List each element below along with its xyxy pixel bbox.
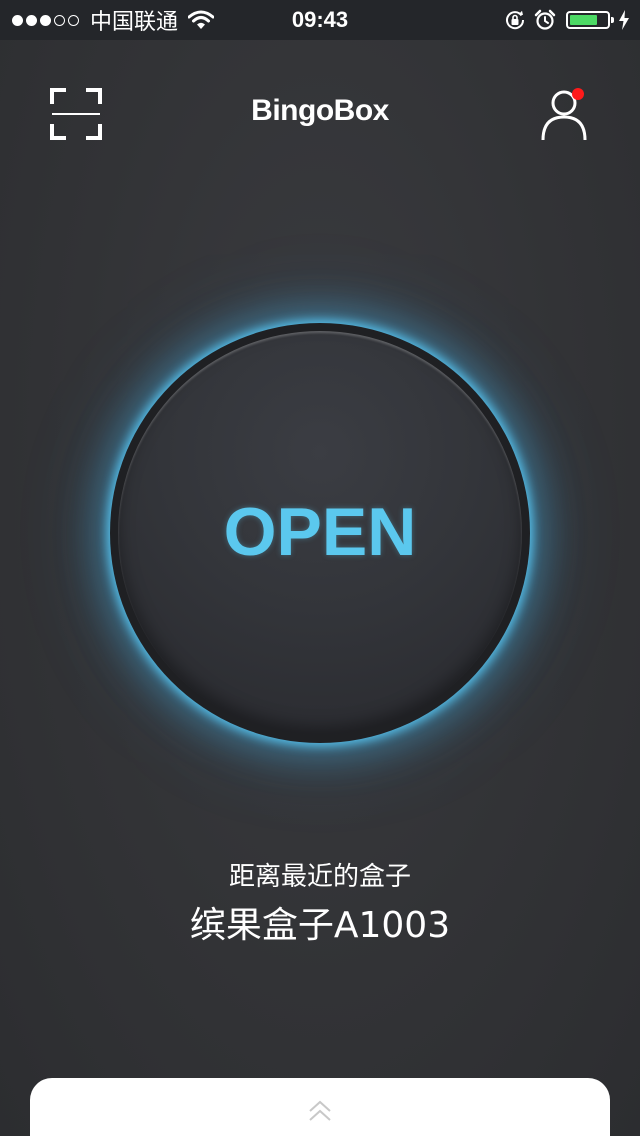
profile-button[interactable] (540, 86, 592, 142)
rotation-lock-icon (506, 10, 525, 30)
nearest-box-caption: 距离最近的盒子 (228, 862, 411, 892)
charging-bolt-icon (619, 10, 629, 30)
status-bar: 中国联通 09:43 (0, 0, 640, 40)
battery-icon (566, 11, 614, 29)
open-button[interactable]: OPEN (110, 323, 530, 743)
notification-dot (572, 88, 584, 100)
status-right (496, 0, 630, 40)
alarm-icon (534, 9, 556, 30)
nearest-box-name: 缤果盒子A1003 (189, 905, 451, 946)
profile-icon (541, 88, 587, 141)
open-button-label: OPEN (223, 494, 417, 570)
battery-nub (611, 17, 614, 23)
chevron-up-icon[interactable] (307, 1098, 333, 1124)
battery-level-fill (570, 15, 597, 25)
